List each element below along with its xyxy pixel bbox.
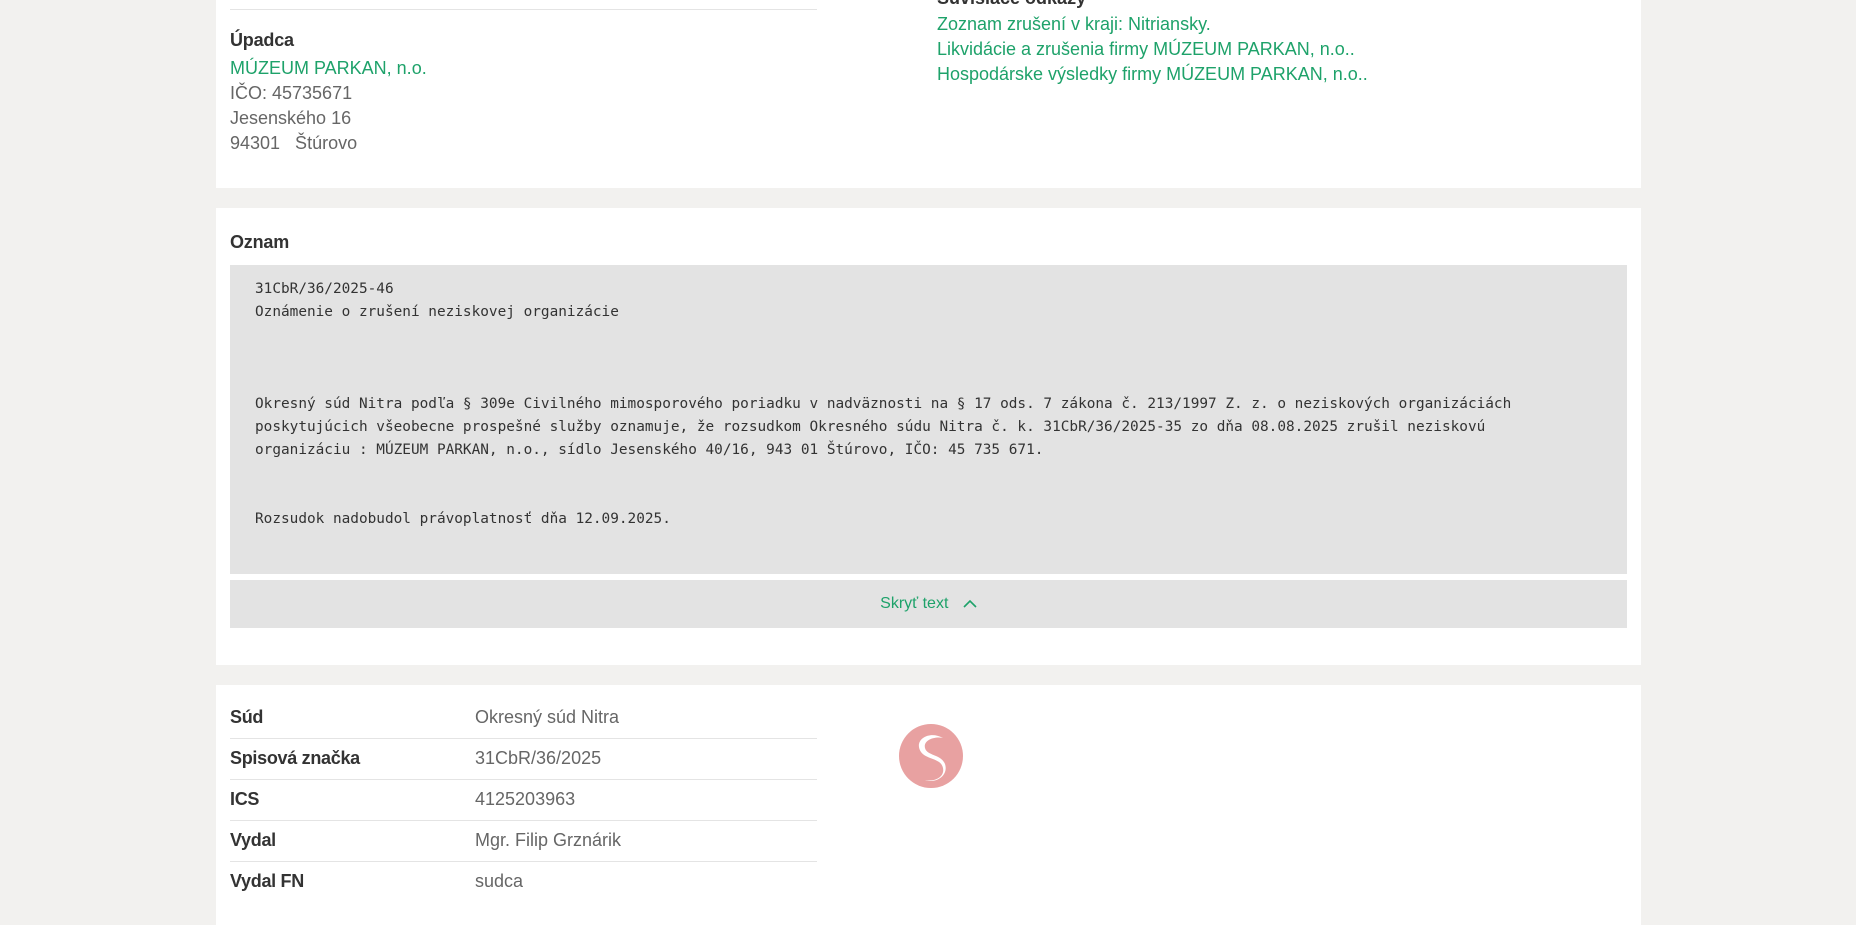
hide-text-button[interactable]: Skryť text	[230, 580, 1627, 628]
info-row-ics: ICS 4125203963	[230, 779, 817, 821]
debtor-street: Jesenského 16	[230, 108, 352, 128]
debtor-title: Úpadca	[230, 30, 294, 50]
notice-heading: Oznámenie o zrušení neziskovej organizác…	[255, 304, 619, 320]
chevron-up-icon	[963, 580, 977, 628]
info-key: Súd	[230, 707, 264, 727]
info-key: Vydal	[230, 830, 276, 850]
info-key: Vydal FN	[230, 871, 304, 891]
info-value: sudca	[475, 871, 524, 891]
info-row-court: Súd Okresný súd Nitra	[230, 697, 817, 739]
related-link-region[interactable]: Zoznam zrušení v kraji: Nitriansky.	[937, 14, 1211, 35]
debtor-card: Úpadca MÚZEUM PARKAN, n.o. IČO: 45735671…	[216, 0, 1641, 188]
notice-body-line: organizáciu : MÚZEUM PARKAN, n.o., sídlo…	[255, 442, 1044, 458]
related-link-liquidations[interactable]: Likvidácie a zrušenia firmy MÚZEUM PARKA…	[937, 39, 1355, 60]
debtor-ico: IČO: 45735671	[230, 83, 353, 103]
notice-text-box: 31CbR/36/2025-46 Oznámenie o zrušení nez…	[230, 265, 1627, 574]
notice-validity-line: Rozsudok nadobudol právoplatnosť dňa 12.…	[255, 511, 671, 527]
debtor-city: 94301 Štúrovo	[230, 133, 358, 153]
hide-text-label: Skryť text	[880, 595, 949, 613]
notice-card: Oznam 31CbR/36/2025-46 Oznámenie o zruše…	[216, 208, 1641, 665]
info-value: 4125203963	[475, 789, 576, 809]
info-value: 31CbR/36/2025	[475, 748, 602, 768]
info-key: ICS	[230, 789, 260, 809]
divider	[230, 9, 817, 10]
info-row-issued-by: Vydal Mgr. Filip Grznárik	[230, 820, 817, 862]
notice-case-number: 31CbR/36/2025-46	[255, 281, 394, 297]
notice-body-line: poskytujúcich všeobecne prospešné služby…	[255, 419, 1486, 435]
court-info-card: Súd Okresný súd Nitra Spisová značka 31C…	[216, 685, 1641, 925]
info-row-file-mark: Spisová značka 31CbR/36/2025	[230, 738, 817, 780]
related-links-title: Súvisiace odkazy	[937, 0, 1086, 9]
debtor-name-link[interactable]: MÚZEUM PARKAN, n.o.	[230, 58, 427, 79]
notice-title: Oznam	[230, 232, 290, 252]
info-key: Spisová značka	[230, 748, 360, 768]
info-value: Mgr. Filip Grznárik	[475, 830, 622, 850]
info-value: Okresný súd Nitra	[475, 707, 620, 727]
notice-body-line: Okresný súd Nitra podľa § 309e Civilného…	[255, 396, 1512, 412]
info-row-issued-by-fn: Vydal FN sudca	[230, 861, 817, 902]
related-link-financials[interactable]: Hospodárske výsledky firmy MÚZEUM PARKAN…	[937, 64, 1368, 85]
site-logo-icon	[899, 724, 963, 788]
